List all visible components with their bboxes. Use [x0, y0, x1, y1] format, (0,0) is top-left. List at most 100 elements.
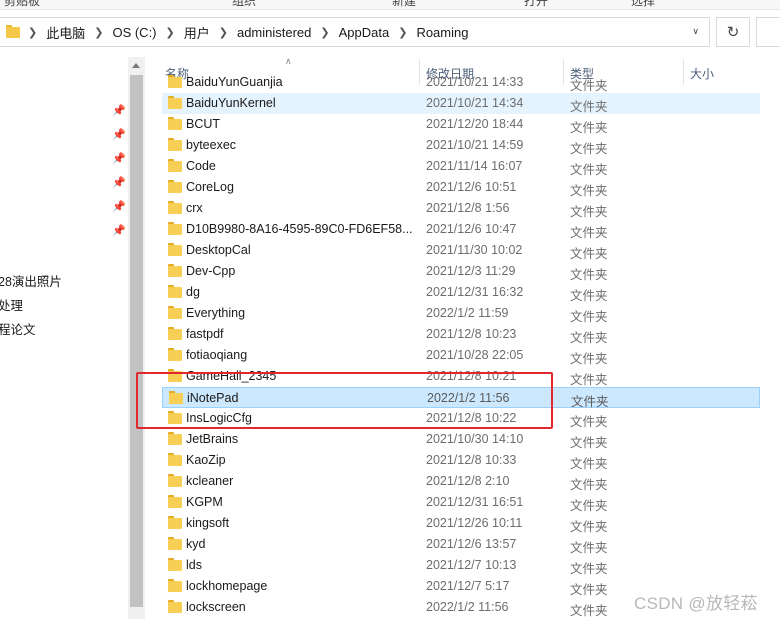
- folder-icon: [168, 558, 182, 571]
- folder-icon: [168, 306, 182, 319]
- file-row[interactable]: crx 2021/12/8 1:56 文件夹: [162, 198, 760, 219]
- folder-icon: [168, 579, 182, 592]
- file-type: 文件夹: [570, 436, 608, 450]
- breadcrumb-item-users[interactable]: 用户: [184, 23, 210, 42]
- file-type: 文件夹: [570, 373, 608, 387]
- breadcrumb: ❯ 此电脑 ❯ OS (C:) ❯ 用户 ❯ administered ❯ Ap…: [28, 23, 468, 42]
- file-modified-date: 2021/12/26 10:11: [426, 516, 523, 530]
- file-name: lockscreen: [186, 600, 246, 614]
- file-modified-date: 2021/12/31 16:32: [426, 285, 524, 299]
- file-modified-date: 2021/12/8 10:33: [426, 453, 517, 467]
- ribbon-group-clipboard[interactable]: 剪贴板: [4, 0, 40, 9]
- ribbon-group-new[interactable]: 新建: [392, 0, 416, 9]
- file-name: D10B9980-8A16-4595-89C0-FD6EF58...: [186, 222, 413, 236]
- folder-icon: [169, 391, 183, 404]
- address-bar[interactable]: ❯ 此电脑 ❯ OS (C:) ❯ 用户 ❯ administered ❯ Ap…: [0, 17, 710, 47]
- file-row[interactable]: BCUT 2021/12/20 18:44 文件夹: [162, 114, 760, 135]
- file-name: fastpdf: [186, 327, 224, 341]
- folder-icon: [168, 369, 182, 382]
- file-type: 文件夹: [570, 79, 608, 93]
- file-row[interactable]: BaiduYunGuanjia 2021/10/21 14:33 文件夹: [162, 72, 760, 93]
- chevron-right-icon[interactable]: ❯: [166, 26, 175, 39]
- file-type: 文件夹: [570, 163, 608, 177]
- file-row[interactable]: byteexec 2021/10/21 14:59 文件夹: [162, 135, 760, 156]
- file-type: 文件夹: [570, 562, 608, 576]
- file-name: kcleaner: [186, 474, 234, 488]
- file-name: DesktopCal: [186, 243, 251, 257]
- ribbon-group-organize[interactable]: 组织: [232, 0, 256, 9]
- file-row[interactable]: BaiduYunKernel 2021/10/21 14:34 文件夹: [162, 93, 760, 114]
- nav-item-photos[interactable]: 28演出照片: [0, 271, 62, 290]
- file-modified-date: 2021/12/8 10:23: [426, 327, 517, 341]
- file-row[interactable]: DesktopCal 2021/11/30 10:02 文件夹: [162, 240, 760, 261]
- file-name: BaiduYunGuanjia: [186, 75, 283, 89]
- pin-icon[interactable]: 📌: [112, 201, 126, 213]
- file-type: 文件夹: [570, 604, 608, 618]
- breadcrumb-item-appdata[interactable]: AppData: [339, 25, 390, 40]
- folder-icon: [168, 411, 182, 424]
- navigation-pane: 📌 📌 📌 📌 📌 📌 28演出照片 处理 程论文: [0, 57, 128, 619]
- pin-icon[interactable]: 📌: [112, 129, 126, 141]
- file-name: byteexec: [186, 138, 237, 152]
- file-row[interactable]: Everything 2022/1/2 11:59 文件夹: [162, 303, 760, 324]
- file-row[interactable]: KaoZip 2021/12/8 10:33 文件夹: [162, 450, 760, 471]
- file-row[interactable]: kyd 2021/12/6 13:57 文件夹: [162, 534, 760, 555]
- file-row[interactable]: iNotePad 2022/1/2 11:56 文件夹: [162, 387, 760, 409]
- file-row[interactable]: CoreLog 2021/12/6 10:51 文件夹: [162, 177, 760, 198]
- folder-icon: [168, 264, 182, 277]
- file-row[interactable]: D10B9980-8A16-4595-89C0-FD6EF58... 2021/1…: [162, 219, 760, 240]
- file-type: 文件夹: [570, 541, 608, 555]
- chevron-right-icon[interactable]: ❯: [219, 26, 228, 39]
- file-row[interactable]: fastpdf 2021/12/8 10:23 文件夹: [162, 324, 760, 345]
- file-row[interactable]: KGPM 2021/12/31 16:51 文件夹: [162, 492, 760, 513]
- file-name: GameHall_2345: [186, 369, 277, 383]
- file-modified-date: 2021/12/8 2:10: [426, 474, 510, 488]
- file-row[interactable]: dg 2021/12/31 16:32 文件夹: [162, 282, 760, 303]
- file-type: 文件夹: [570, 205, 608, 219]
- file-row[interactable]: Dev-Cpp 2021/12/3 11:29 文件夹: [162, 261, 760, 282]
- folder-icon: [168, 537, 182, 550]
- refresh-button[interactable]: ↻: [716, 17, 750, 47]
- nav-scrollbar[interactable]: [128, 57, 145, 619]
- breadcrumb-item-os-c[interactable]: OS (C:): [112, 25, 156, 40]
- file-name: BaiduYunKernel: [186, 96, 276, 110]
- breadcrumb-item-administered[interactable]: administered: [237, 25, 311, 40]
- file-name: crx: [186, 201, 203, 215]
- file-type: 文件夹: [570, 184, 608, 198]
- chevron-right-icon[interactable]: ❯: [94, 26, 103, 39]
- file-name: Code: [186, 159, 216, 173]
- file-row[interactable]: fotiaoqiang 2021/10/28 22:05 文件夹: [162, 345, 760, 366]
- pin-icon[interactable]: 📌: [112, 177, 126, 189]
- nav-item-thesis[interactable]: 程论文: [0, 319, 36, 338]
- folder-icon: [168, 243, 182, 256]
- file-row[interactable]: Code 2021/11/14 16:07 文件夹: [162, 156, 760, 177]
- file-row[interactable]: GameHall_2345 2021/12/8 10:21 文件夹: [162, 366, 760, 387]
- chevron-right-icon[interactable]: ❯: [398, 26, 407, 39]
- file-row[interactable]: JetBrains 2021/10/30 14:10 文件夹: [162, 429, 760, 450]
- nav-item-processing[interactable]: 处理: [0, 295, 23, 314]
- file-modified-date: 2021/12/31 16:51: [426, 495, 524, 509]
- chevron-right-icon[interactable]: ❯: [28, 26, 37, 39]
- pin-icon[interactable]: 📌: [112, 225, 126, 237]
- breadcrumb-item-roaming[interactable]: Roaming: [416, 25, 468, 40]
- scroll-thumb[interactable]: [130, 75, 143, 607]
- scroll-up-icon[interactable]: [132, 63, 140, 68]
- file-name: BCUT: [186, 117, 221, 131]
- file-type: 文件夹: [570, 289, 608, 303]
- breadcrumb-item-this-pc[interactable]: 此电脑: [46, 23, 85, 42]
- file-modified-date: 2021/10/30 14:10: [426, 432, 524, 446]
- file-row[interactable]: kcleaner 2021/12/8 2:10 文件夹: [162, 471, 760, 492]
- pin-icon[interactable]: 📌: [112, 105, 126, 117]
- ribbon-group-open[interactable]: 打开: [524, 0, 548, 9]
- address-history-dropdown-icon[interactable]: ∨: [692, 26, 699, 37]
- ribbon-group-select[interactable]: 选择: [631, 0, 655, 9]
- file-row[interactable]: kingsoft 2021/12/26 10:11 文件夹: [162, 513, 760, 534]
- file-name: InsLogicCfg: [186, 411, 253, 425]
- search-input[interactable]: [756, 17, 780, 47]
- file-row[interactable]: lds 2021/12/7 10:13 文件夹: [162, 555, 760, 576]
- file-type: 文件夹: [570, 457, 608, 471]
- pin-icon[interactable]: 📌: [112, 153, 126, 165]
- file-row[interactable]: InsLogicCfg 2021/12/8 10:22 文件夹: [162, 408, 760, 429]
- chevron-right-icon[interactable]: ❯: [320, 26, 329, 39]
- file-modified-date: 2021/12/3 11:29: [426, 264, 516, 278]
